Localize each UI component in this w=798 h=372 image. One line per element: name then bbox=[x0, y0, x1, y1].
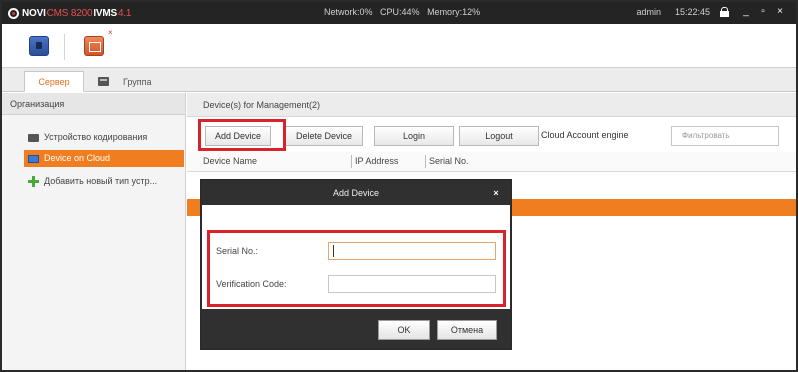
sidebar-item-add-device-type[interactable]: Добавить новый тип устр... bbox=[24, 173, 184, 190]
window-close-button[interactable]: × bbox=[774, 6, 786, 18]
main-view-icon[interactable] bbox=[29, 36, 49, 56]
plus-icon bbox=[28, 176, 39, 187]
table-header: Device Name IP Address Serial No. bbox=[187, 152, 796, 172]
title-bar: NOVI CMS 8200 IVMS 4.1 Network:0% CPU:44… bbox=[2, 2, 796, 24]
minimize-button[interactable]: _ bbox=[740, 6, 752, 18]
dialog-title: Add Device bbox=[202, 181, 510, 205]
toolbar: × bbox=[2, 24, 796, 68]
add-device-highlight bbox=[198, 119, 286, 151]
tab-server[interactable]: Сервер bbox=[24, 71, 84, 92]
cancel-button[interactable]: Отмена bbox=[437, 320, 497, 340]
column-serial-no[interactable]: Serial No. bbox=[429, 156, 469, 166]
app-logo: NOVI CMS 8200 IVMS 4.1 bbox=[8, 6, 131, 20]
username: admin bbox=[636, 7, 661, 17]
add-device-dialog: Add Device × Serial No.: Verification Co… bbox=[200, 179, 512, 350]
lock-icon[interactable] bbox=[720, 7, 729, 17]
dialog-footer: OK Отмена bbox=[202, 309, 510, 348]
restore-button[interactable]: ▫ bbox=[757, 6, 769, 18]
column-ip-address[interactable]: IP Address bbox=[355, 156, 398, 166]
sidebar-item-label: Устройство кодирования bbox=[44, 132, 148, 142]
dialog-close-icon[interactable]: × bbox=[490, 187, 502, 199]
cloud-engine-label: Cloud Account engine bbox=[541, 130, 629, 140]
close-tab-icon[interactable]: × bbox=[108, 28, 113, 37]
tab-bar: Сервер Группа bbox=[2, 68, 796, 92]
login-button[interactable]: Login bbox=[374, 126, 454, 146]
device-management-icon[interactable] bbox=[84, 36, 104, 56]
logo-icon bbox=[8, 7, 19, 19]
sidebar-title: Организация bbox=[2, 93, 185, 115]
sidebar-item-label: Device on Cloud bbox=[44, 153, 111, 163]
tab-group-label: Группа bbox=[123, 76, 152, 87]
delete-device-button[interactable]: Delete Device bbox=[285, 126, 363, 146]
sidebar: Организация Устройство кодирования Devic… bbox=[2, 93, 186, 370]
logout-button[interactable]: Logout bbox=[459, 126, 539, 146]
column-divider bbox=[425, 155, 426, 168]
logo-version: 4.1 bbox=[117, 7, 132, 19]
logo-product: IVMS bbox=[93, 7, 117, 19]
clock: 15:22:45 bbox=[674, 7, 710, 17]
column-divider bbox=[351, 155, 352, 168]
cpu-stat: CPU:44% bbox=[380, 7, 420, 17]
logo-model: CMS 8200 bbox=[46, 7, 93, 19]
system-stats: Network:0% CPU:44% Memory:12% bbox=[324, 7, 485, 17]
sidebar-item-label: Добавить новый тип устр... bbox=[44, 176, 158, 186]
fields-highlight bbox=[207, 230, 506, 307]
cloud-device-icon bbox=[28, 154, 39, 163]
app-window: NOVI CMS 8200 IVMS 4.1 Network:0% CPU:44… bbox=[0, 0, 798, 372]
group-icon bbox=[98, 77, 109, 86]
logo-brand: NOVI bbox=[22, 7, 46, 19]
network-stat: Network:0% bbox=[324, 7, 373, 17]
filter-input[interactable]: Фильтровать bbox=[671, 126, 779, 146]
column-device-name[interactable]: Device Name bbox=[203, 156, 257, 166]
panel-title: Device(s) for Management(2) bbox=[187, 93, 796, 117]
sidebar-item-encoding-device[interactable]: Устройство кодирования bbox=[24, 129, 184, 146]
user-area: admin 15:22:45 _ ▫ × bbox=[636, 6, 786, 18]
memory-stat: Memory:12% bbox=[427, 7, 481, 17]
sidebar-item-device-on-cloud[interactable]: Device on Cloud bbox=[24, 150, 184, 167]
encoder-icon bbox=[28, 133, 39, 142]
ok-button[interactable]: OK bbox=[378, 320, 430, 340]
toolbar-divider bbox=[64, 34, 65, 60]
tab-group[interactable]: Группа bbox=[88, 71, 166, 92]
